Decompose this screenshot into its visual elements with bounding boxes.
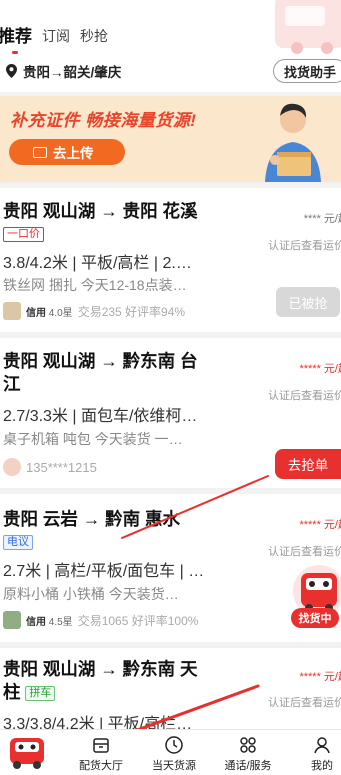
route-text: 贵阳→韶关/肇庆	[23, 65, 122, 80]
grab-order-button[interactable]: 去抢单	[275, 449, 341, 479]
upload-button-label: 去上传	[53, 146, 94, 161]
card-specs: 3.8/4.2米 | 平板/高栏 | 2.…	[3, 255, 192, 272]
nav-cargo-hall[interactable]: 配货大厅	[69, 735, 133, 773]
carpool-tag: 拼车	[25, 685, 56, 701]
top-tabs: 推荐 订阅 秒抢	[0, 22, 108, 54]
bottom-nav: 配货大厅 当天货源 通话/服务 我的	[0, 729, 341, 775]
card-route: 贵阳 观山湖 → 贵阳 花溪	[3, 201, 198, 221]
grabbed-button[interactable]: 已被抢	[276, 287, 340, 317]
cargo-card[interactable]: 贵阳 观山湖 → 黔东南 天 柱 拼车 ***** 元/趟 认证后查看运价 3.…	[0, 648, 341, 733]
card-route: 贵阳 云岩 → 黔南 惠水	[3, 509, 180, 529]
nav-mine[interactable]: 我的	[290, 735, 341, 773]
nav-label: 我的	[311, 760, 333, 772]
view-price-hint: 认证后查看运价	[268, 697, 341, 709]
cargo-card[interactable]: 贵阳 观山湖 → 贵阳 花溪 **** 元/趟 一口价 认证后查看运价 3.8/…	[0, 188, 341, 332]
grid-icon	[240, 737, 256, 753]
credit-rating: 信用 4.0星	[26, 307, 73, 319]
card-specs: 2.7/3.3米 | 面包车/依维柯…	[3, 408, 198, 425]
app-screen: 推荐 订阅 秒抢 贵阳→韶关/肇庆 找货助手 补充证件 畅接海量货源! 去上传	[0, 0, 341, 775]
upload-button[interactable]: 去上传	[9, 139, 125, 165]
cargo-card[interactable]: 贵阳 观山湖 → 黔东南 台 江 ***** 元/趟 认证后查看运价 2.7/3…	[0, 338, 341, 488]
header: 推荐 订阅 秒抢 贵阳→韶关/肇庆 找货助手	[0, 0, 341, 92]
tab-recommend[interactable]: 推荐	[0, 22, 32, 54]
view-price-hint: 认证后查看运价	[268, 240, 341, 252]
nav-call-service[interactable]: 通话/服务	[216, 735, 280, 773]
card-goods: 原料小桶 小铁桶 今天装货…	[3, 586, 179, 602]
avatar	[3, 302, 21, 320]
cargo-helper-button[interactable]: 找货助手	[272, 59, 341, 83]
card-price: ***** 元/趟	[299, 363, 341, 375]
view-price-hint: 认证后查看运价	[268, 390, 341, 402]
card-goods: 铁丝网 捆扎 今天12-18点装…	[3, 277, 187, 293]
user-avatar	[3, 458, 21, 476]
trade-stats: 交易1065 好评率100%	[77, 613, 199, 628]
card-route: 贵阳 观山湖 → 黔东南 台 江	[3, 351, 198, 394]
negotiable-tag: 电议	[3, 535, 33, 551]
avatar	[3, 611, 21, 629]
card-price: ***** 元/趟	[299, 519, 341, 531]
home-truck-icon[interactable]	[6, 734, 48, 772]
truck-logo-icon	[275, 0, 341, 54]
card-price: ***** 元/趟	[299, 671, 341, 683]
card-meta: 135****1215	[3, 458, 97, 476]
nav-label: 通话/服务	[224, 760, 272, 772]
contact-phone: 135****1215	[26, 459, 97, 475]
card-goods: 桌子机箱 吨包 今天装货 一…	[3, 431, 183, 447]
cargo-hall-icon	[93, 738, 109, 753]
nav-label: 配货大厅	[79, 760, 123, 772]
trade-stats: 交易235 好评率94%	[77, 304, 186, 319]
finding-cargo-label[interactable]: 找货中	[291, 608, 339, 628]
person-illustration	[265, 103, 321, 182]
id-card-icon	[33, 146, 47, 158]
nav-label: 当天货源	[152, 760, 196, 772]
tab-subscribe[interactable]: 订阅	[42, 26, 70, 47]
card-price: **** 元/趟	[303, 213, 341, 225]
card-route: 贵阳 观山湖 → 黔东南 天 柱 拼车	[3, 659, 198, 702]
banner-title: 补充证件 畅接海量货源!	[10, 111, 197, 130]
route-selector[interactable]: 贵阳→韶关/肇庆	[6, 61, 121, 81]
view-price-hint: 认证后查看运价	[268, 546, 341, 558]
card-meta: 信用 4.0星 交易235 好评率94%	[3, 302, 185, 320]
upload-banner[interactable]: 补充证件 畅接海量货源! 去上传	[0, 96, 341, 182]
tab-flash-grab[interactable]: 秒抢	[80, 26, 108, 47]
fixed-price-tag: 一口价	[3, 227, 44, 243]
clock-icon	[165, 736, 183, 754]
location-pin-icon	[6, 64, 17, 78]
cargo-card[interactable]: 贵阳 云岩 → 黔南 惠水 ***** 元/趟 电议 认证后查看运价 2.7米 …	[0, 494, 341, 642]
user-icon	[314, 737, 330, 754]
card-meta: 信用 4.5星 交易1065 好评率100%	[3, 611, 198, 629]
credit-rating: 信用 4.5星	[26, 616, 73, 628]
nav-today-cargo[interactable]: 当天货源	[142, 735, 206, 773]
card-specs: 2.7米 | 高栏/平板/面包车 | …	[3, 563, 205, 580]
